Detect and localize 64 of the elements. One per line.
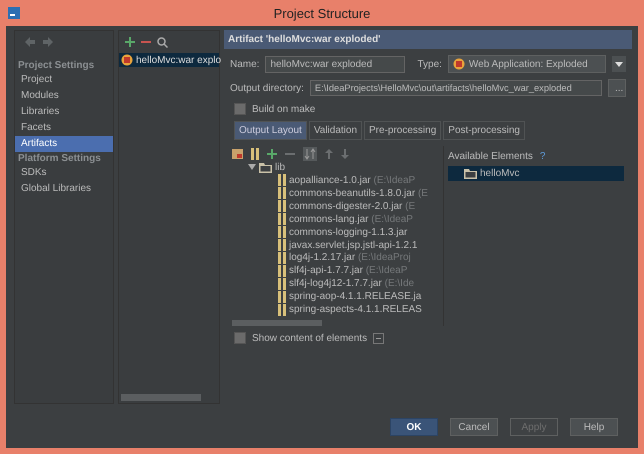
dialog-button[interactable]: OK xyxy=(390,418,438,436)
jar-item[interactable]: commons-digester-2.0.jar (E xyxy=(289,200,416,212)
browse-button[interactable]: ... xyxy=(608,79,626,97)
type-dropdown[interactable]: Web Application: Exploded xyxy=(448,55,606,73)
sidebar-item[interactable]: Artifacts xyxy=(15,136,113,152)
jar-item[interactable]: commons-beanutils-1.8.0.jar (E xyxy=(289,188,428,199)
sidebar-item[interactable]: Facets xyxy=(15,120,113,136)
name-label: Name: xyxy=(230,58,260,70)
jar-item[interactable]: spring-aop-4.1.1.RELEASE.ja xyxy=(289,291,422,302)
type-label: Type: xyxy=(417,58,442,70)
search-icon[interactable] xyxy=(157,36,168,48)
show-content-label: Show content of elements xyxy=(252,332,368,344)
tree-item[interactable]: lib xyxy=(275,162,286,173)
app-icon xyxy=(8,7,20,19)
sidebar-item[interactable]: Project xyxy=(15,72,113,88)
scrollbar[interactable] xyxy=(121,394,201,401)
folder-icon xyxy=(259,162,272,173)
add-icon[interactable] xyxy=(267,148,277,158)
jar-item[interactable]: commons-lang.jar (E:\IdeaP xyxy=(289,214,413,225)
dialog-button[interactable]: Help xyxy=(570,418,618,436)
jar-item[interactable]: javax.servlet.jsp.jstl-api-1.2.1 xyxy=(289,240,418,250)
dialog-button[interactable]: Cancel xyxy=(450,418,498,436)
move-up-icon[interactable] xyxy=(325,148,333,158)
tab[interactable]: Post-processing xyxy=(443,121,525,140)
sidebar-item[interactable]: Global Libraries xyxy=(15,181,113,197)
output-directory-field[interactable]: E:\IdeaProjects\HelloMvc\out\artifacts\helloMvc_war_exploded xyxy=(310,80,602,96)
artifact-list-item[interactable]: helloMvc:war explo xyxy=(119,53,219,67)
output-directory-label: Output directory: xyxy=(230,82,304,94)
back-arrow-icon[interactable] xyxy=(25,37,35,47)
jar-item[interactable]: slf4j-api-1.7.7.jar (E:\IdeaP xyxy=(289,265,408,276)
tab[interactable]: Validation xyxy=(308,121,362,140)
help-link[interactable]: ? xyxy=(540,150,546,162)
section-header: Platform Settings xyxy=(17,152,102,165)
options-icon[interactable] xyxy=(373,332,384,344)
artifact-header: Artifact 'helloMvc:war exploded' xyxy=(224,30,632,49)
expand-arrow-icon[interactable] xyxy=(248,163,256,172)
jar-item[interactable]: slf4j-log4j12-1.7.7.jar (E:\Ide xyxy=(289,278,414,290)
move-down-icon[interactable] xyxy=(341,148,349,158)
artifact-icon xyxy=(121,54,133,66)
jar-item[interactable]: log4j-1.2.17.jar (E:\IdeaProj xyxy=(289,252,411,264)
jar-item[interactable]: commons-logging-1.1.3.jar xyxy=(289,226,408,238)
tab[interactable]: Output Layout xyxy=(234,121,307,140)
sort-icon[interactable] xyxy=(303,146,317,160)
name-field[interactable]: helloMvc:war exploded xyxy=(265,56,406,72)
build-on-make-checkbox[interactable] xyxy=(234,103,246,115)
new-folder-icon[interactable] xyxy=(232,148,243,158)
sidebar-item[interactable]: Modules xyxy=(15,88,113,104)
available-elements-label: Available Elements xyxy=(448,150,533,162)
sidebar-item[interactable]: SDKs xyxy=(15,165,113,181)
jar-icon xyxy=(251,148,259,160)
tab[interactable]: Pre-processing xyxy=(364,121,442,140)
jar-item[interactable]: spring-aspects-4.1.1.RELEAS xyxy=(289,304,422,316)
folder-icon xyxy=(464,168,477,179)
forward-arrow-icon[interactable] xyxy=(43,37,53,47)
build-on-make-label: Build on make xyxy=(252,104,316,114)
sidebar-item[interactable]: Libraries xyxy=(15,104,113,120)
show-content-checkbox[interactable] xyxy=(234,332,246,344)
window-title: Project Structure xyxy=(274,6,370,20)
artifact-icon xyxy=(452,58,465,70)
scrollbar[interactable] xyxy=(232,320,322,326)
available-element-item[interactable]: helloMvc xyxy=(448,166,624,181)
jar-item[interactable]: aopalliance-1.0.jar (E:\IdeaP xyxy=(289,174,416,186)
section-header: Project Settings xyxy=(17,59,96,72)
add-icon[interactable] xyxy=(125,37,135,47)
